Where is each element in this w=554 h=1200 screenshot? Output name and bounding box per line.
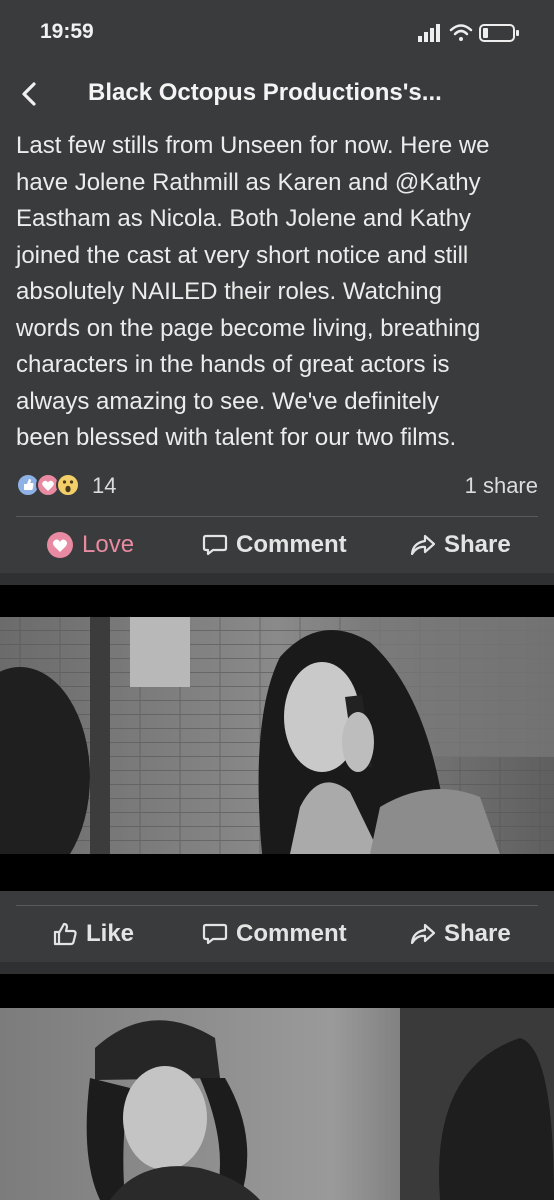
status-bar: 19:59 (0, 0, 554, 62)
post-text-line: joined the cast at very short notice and… (16, 241, 469, 269)
comment-label: Comment (236, 920, 347, 947)
post-text-line: have Jolene Rathmill as Karen and @Kathy (16, 168, 481, 196)
reaction-count: 14 (92, 473, 117, 498)
photo-2-image (0, 1008, 554, 1200)
love-button[interactable]: Love (46, 517, 134, 573)
post-text-line: been blessed with talent for our two fil… (16, 424, 457, 451)
separator (0, 573, 554, 585)
thumbs-up-icon (53, 922, 77, 946)
post-text: Last few stills from Unseen for now. Her… (16, 128, 538, 457)
page-title: Black Octopus Productions's... (88, 79, 442, 106)
like-icon (16, 473, 40, 497)
share-arrow-icon (410, 534, 436, 556)
photo-2[interactable] (0, 974, 554, 1200)
post-text-line: words on the page become living, breathi… (16, 314, 481, 342)
post-text-line: absolutely NAILED their roles. Watching (16, 278, 442, 305)
battery-icon (479, 24, 519, 42)
signal-icon (418, 24, 440, 42)
comment-icon (202, 923, 228, 945)
post-action-bar: Love Comment Share (0, 517, 554, 573)
wifi-icon (449, 24, 473, 41)
nav-bar: Black Octopus Productions's... (0, 62, 554, 124)
post-text-line: always amazing to see. We've definitely (16, 387, 440, 415)
photo-1-image (0, 617, 554, 854)
reactions-row[interactable]: 14 1 share (16, 470, 538, 502)
share-button[interactable]: Share (410, 517, 511, 573)
wow-icon (56, 473, 80, 497)
love-icon (36, 473, 60, 497)
share-label: Share (444, 531, 511, 558)
comment-label: Comment (236, 531, 347, 558)
status-time: 19:59 (40, 20, 94, 43)
post-text-line: Eastham as Nicola. Both Jolene and Kathy (16, 205, 471, 232)
share-arrow-icon (410, 923, 436, 945)
photo-1[interactable] (0, 585, 554, 891)
separator (0, 962, 554, 974)
post-text-line: Last few stills from Unseen for now. Her… (16, 132, 490, 159)
post-text-line: characters in the hands of great actors … (16, 351, 450, 378)
reaction-icons (16, 473, 80, 497)
photo-1-action-bar: Like Comment Share (0, 906, 554, 962)
love-reaction-icon (47, 532, 73, 558)
status-icons (418, 24, 519, 42)
like-label: Like (86, 920, 135, 947)
share-count[interactable]: 1 share (465, 473, 538, 499)
love-label: Love (82, 531, 135, 558)
back-chevron-icon[interactable] (18, 80, 42, 108)
share-label: Share (444, 920, 511, 947)
like-button[interactable]: Like (52, 906, 134, 962)
comment-button[interactable]: Comment (202, 906, 347, 962)
share-button[interactable]: Share (410, 906, 511, 962)
comment-button[interactable]: Comment (202, 517, 347, 573)
comment-icon (202, 534, 228, 556)
